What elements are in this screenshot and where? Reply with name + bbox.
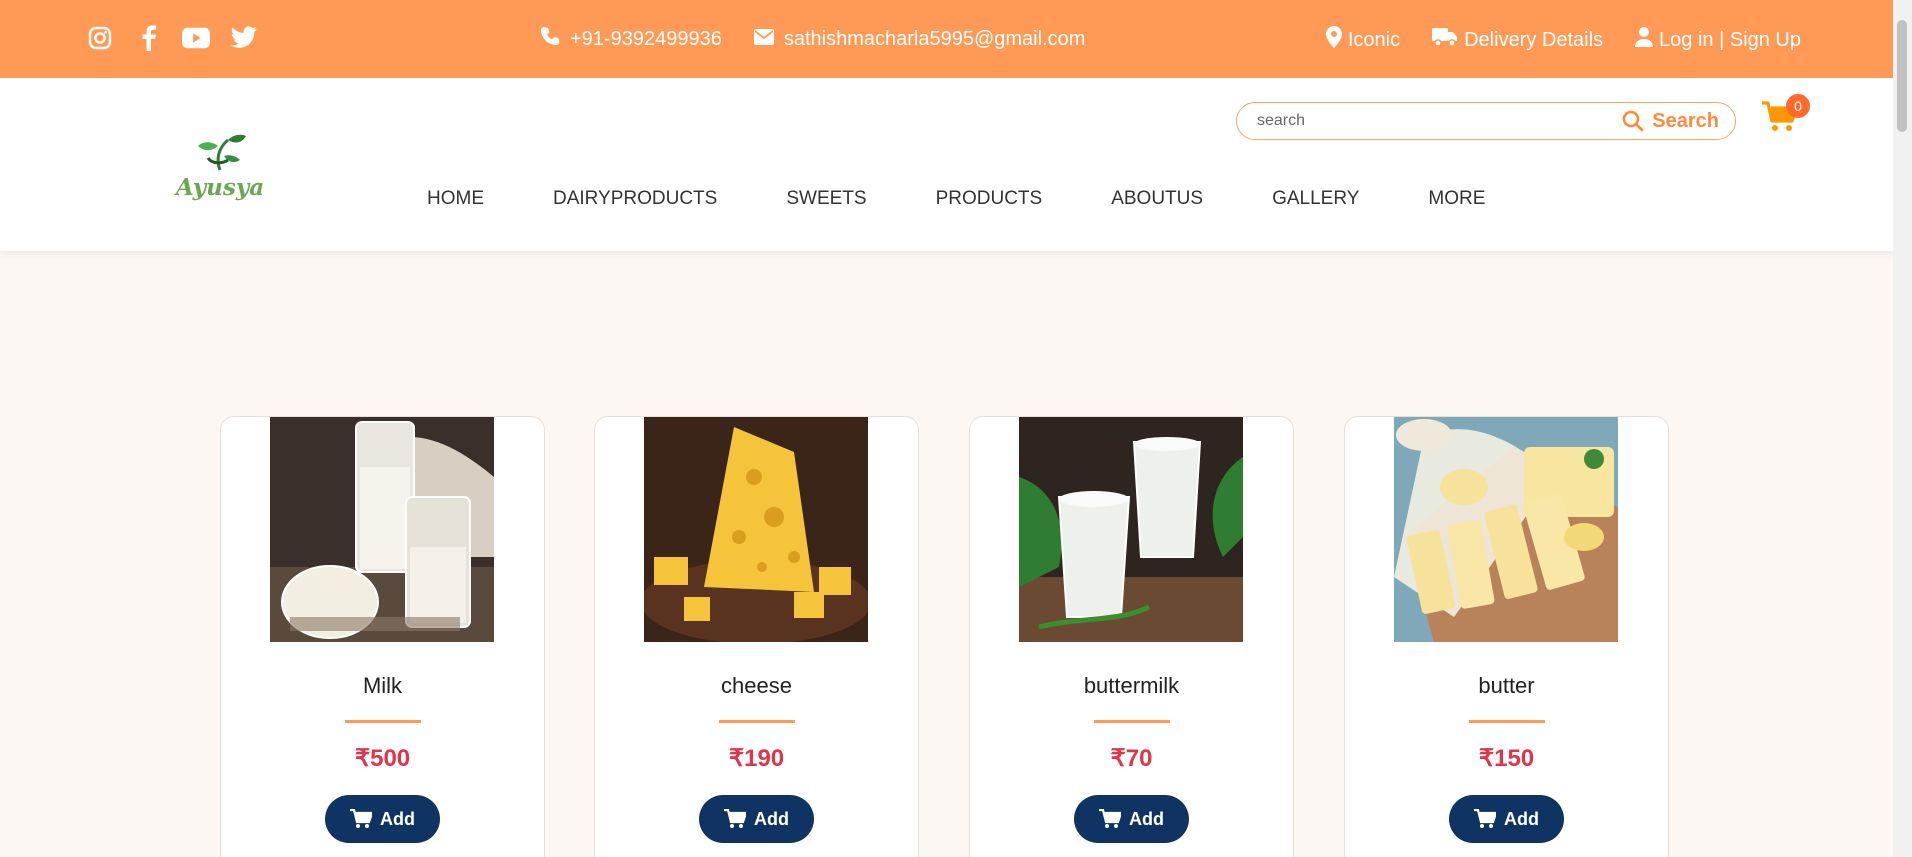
product-price: ₹190 (728, 745, 785, 772)
site-header: Ayusya HOME DAIRYPRODUCTS SWEETS PRODUCT… (0, 78, 1893, 251)
name-underline (1094, 720, 1170, 723)
nav-products[interactable]: PRODUCTS (936, 188, 1043, 210)
nav-aboutus[interactable]: ABOUTUS (1111, 188, 1203, 210)
logo-text: Ayusya (175, 173, 265, 201)
name-underline (719, 720, 795, 723)
name-underline (1469, 720, 1545, 723)
add-button-label: Add (1504, 808, 1539, 829)
product-card: butter ₹150 Add (1344, 416, 1669, 857)
add-to-cart-button[interactable]: Add (1449, 795, 1564, 843)
cart-button[interactable]: 0 (1762, 94, 1810, 140)
search-button-label: Search (1652, 109, 1719, 132)
user-icon (1635, 27, 1654, 53)
product-card: cheese ₹190 Add (594, 416, 919, 857)
mail-icon (753, 28, 774, 51)
cart-icon (1474, 809, 1496, 828)
product-card: buttermilk ₹70 Add (969, 416, 1294, 857)
instagram-icon[interactable] (86, 24, 114, 52)
twitter-icon[interactable] (230, 24, 258, 52)
add-to-cart-button[interactable]: Add (699, 795, 814, 843)
nav-dairyproducts[interactable]: DAIRYPRODUCTS (553, 188, 717, 210)
product-name: buttermilk (1083, 673, 1180, 698)
buttermilk-image (1019, 417, 1243, 642)
nav-sweets[interactable]: SWEETS (786, 188, 866, 210)
phone-number[interactable]: +91-9392499936 (570, 28, 722, 51)
milk-image (270, 417, 494, 642)
product-name: butter (1478, 673, 1535, 698)
login-signup-link[interactable]: Log in | Sign Up (1659, 29, 1801, 52)
account-links: Iconic Delivery Details Log in | Sign Up (1325, 26, 1801, 54)
social-links (86, 24, 258, 52)
youtube-icon[interactable] (182, 24, 210, 52)
main-nav: HOME DAIRYPRODUCTS SWEETS PRODUCTS ABOUT… (427, 188, 1554, 210)
product-card: Milk ₹500 Add (220, 416, 545, 857)
truck-icon (1432, 27, 1458, 53)
cheese-image (644, 417, 868, 642)
nav-more[interactable]: MORE (1428, 188, 1485, 210)
delivery-details-link[interactable]: Delivery Details (1464, 29, 1603, 52)
add-button-label: Add (754, 808, 789, 829)
phone-icon (540, 26, 560, 52)
location-link[interactable]: Iconic (1348, 29, 1400, 52)
search-input[interactable] (1257, 112, 1623, 130)
scrollbar-thumb[interactable] (1897, 20, 1907, 132)
butter-image (1394, 417, 1618, 642)
add-to-cart-button[interactable]: Add (1074, 795, 1189, 843)
email-address[interactable]: sathishmacharla5995@gmail.com (784, 28, 1086, 51)
site-logo[interactable]: Ayusya (128, 108, 312, 218)
page-scrollbar[interactable] (1893, 0, 1912, 857)
search-button[interactable]: Search (1622, 110, 1719, 133)
add-button-label: Add (380, 808, 415, 829)
facebook-icon[interactable] (134, 24, 162, 52)
location-pin-icon (1325, 26, 1342, 54)
contact-info: +91-9392499936 sathishmacharla5995@gmail… (540, 26, 1085, 52)
cart-icon (350, 809, 372, 828)
cart-count-badge: 0 (1786, 94, 1810, 118)
cart-icon (724, 809, 746, 828)
top-bar: +91-9392499936 sathishmacharla5995@gmail… (0, 0, 1893, 78)
nav-home[interactable]: HOME (427, 188, 484, 210)
product-name: cheese (721, 673, 792, 698)
add-to-cart-button[interactable]: Add (325, 795, 440, 843)
product-price: ₹150 (1478, 745, 1535, 772)
add-button-label: Add (1129, 808, 1164, 829)
name-underline (345, 720, 421, 723)
product-name: Milk (362, 673, 403, 698)
search-bar: Search (1236, 102, 1736, 140)
search-icon (1622, 110, 1644, 132)
product-price: ₹500 (354, 745, 411, 772)
nav-gallery[interactable]: GALLERY (1272, 188, 1359, 210)
cart-icon (1099, 809, 1121, 828)
leaf-logo-icon (198, 134, 246, 171)
product-price: ₹70 (1110, 745, 1153, 772)
